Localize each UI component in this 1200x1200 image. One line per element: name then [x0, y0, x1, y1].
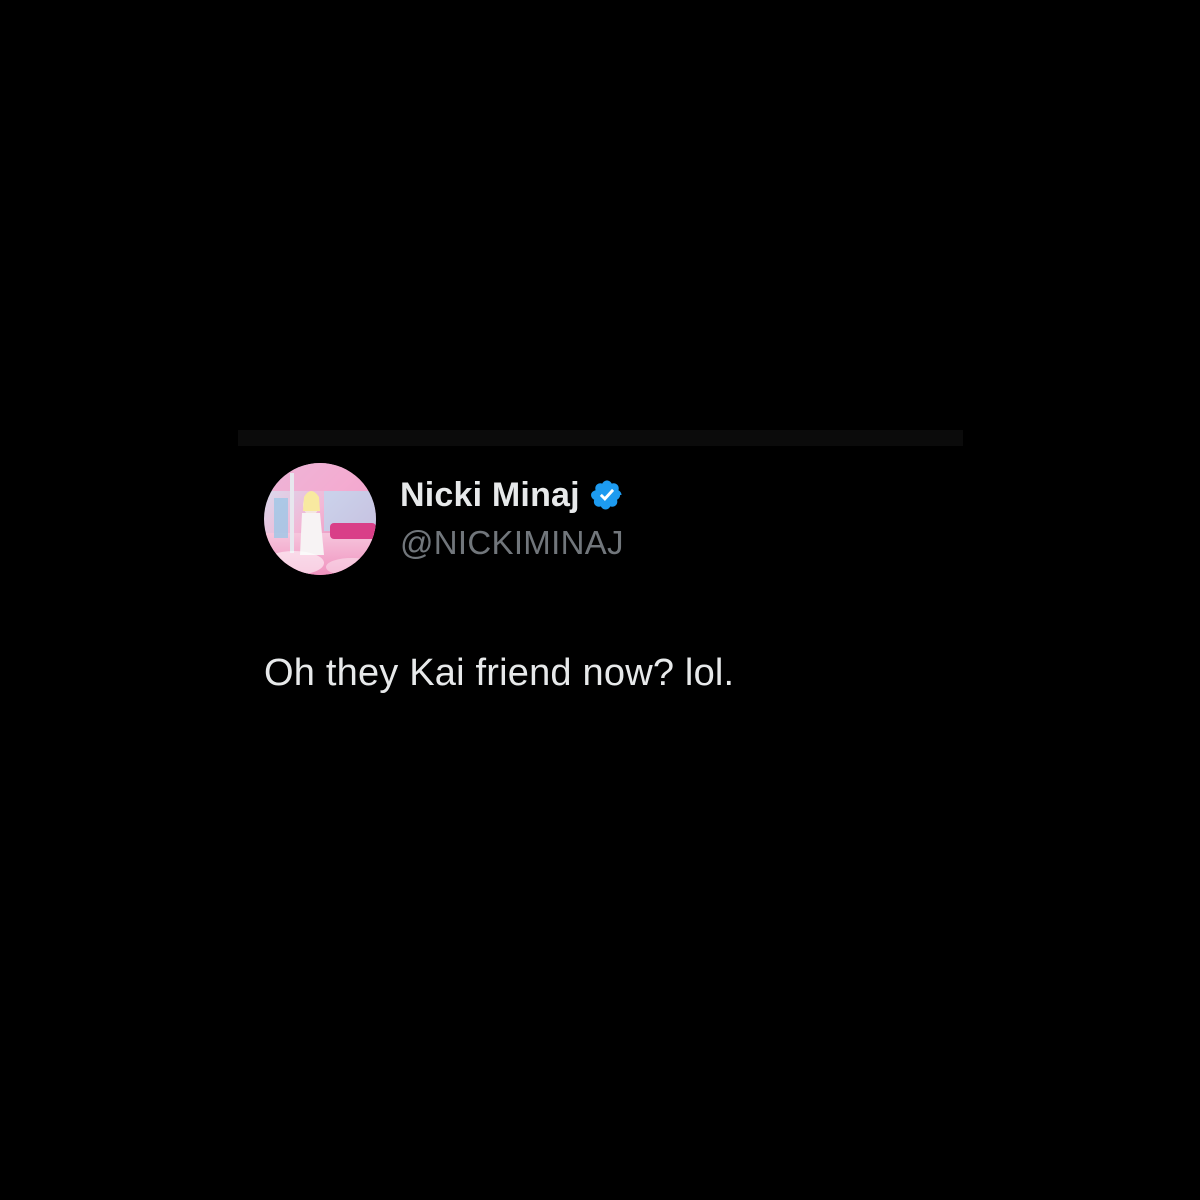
tweet-header: Nicki Minaj @NICKIMINAJ: [264, 463, 964, 575]
avatar-image: [264, 463, 376, 575]
user-handle[interactable]: @NICKIMINAJ: [400, 523, 624, 563]
user-names: Nicki Minaj @NICKIMINAJ: [400, 475, 624, 563]
display-name[interactable]: Nicki Minaj: [400, 475, 580, 515]
tweet-card: Nicki Minaj @NICKIMINAJ Oh they Kai frie…: [264, 463, 964, 697]
tweet-text: Oh they Kai friend now? lol.: [264, 652, 735, 694]
name-row: Nicki Minaj: [400, 475, 624, 515]
verified-badge-icon: [590, 478, 624, 512]
avatar[interactable]: [264, 463, 376, 575]
top-divider-bar: [238, 430, 963, 446]
